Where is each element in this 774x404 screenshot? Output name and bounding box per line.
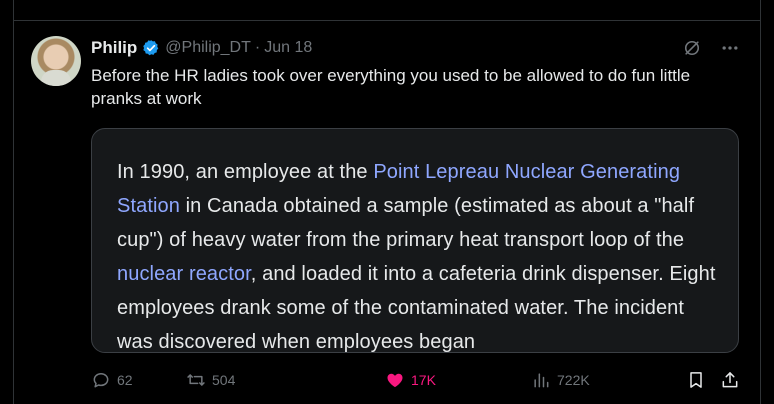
meta-separator: · [254,39,261,56]
like-button[interactable]: 17K [385,369,436,391]
image-text-segment: In 1990, an employee at the [117,161,374,183]
avatar[interactable] [31,36,81,86]
tweet-actions: 62 504 17K 722K [91,369,740,391]
reply-count: 62 [117,372,133,388]
page: Philip @Philip_DT · Jun 18 Before the HR… [0,0,774,404]
author-name[interactable]: Philip [91,38,137,58]
tweet-text: Before the HR ladies took over everythin… [91,66,691,108]
previous-tweet-bottom [13,0,761,20]
grok-icon[interactable] [682,38,702,58]
views-button[interactable]: 722K [531,369,590,391]
like-count: 17K [411,372,436,388]
tweet[interactable]: Philip @Philip_DT · Jun 18 Before the HR… [13,21,761,404]
repost-button[interactable]: 504 [186,369,235,391]
tweet-header: Philip @Philip_DT · Jun 18 [91,37,312,59]
image-text-link: nuclear reactor [117,263,251,285]
share-button[interactable] [720,369,740,391]
views-count: 722K [557,372,590,388]
attached-image[interactable]: In 1990, an employee at the Point Leprea… [91,128,739,353]
repost-icon [186,370,206,390]
tweet-header-actions [682,38,740,58]
views-icon [531,370,551,390]
bookmark-button[interactable] [686,369,706,391]
reply-button[interactable]: 62 [91,369,133,391]
bookmark-icon [686,370,706,390]
repost-count: 504 [212,372,236,388]
image-text-segment: in Canada obtained a sample (estimated a… [117,195,695,251]
author-handle[interactable]: @Philip_DT [165,39,251,57]
share-icon [720,370,740,390]
image-text: In 1990, an employee at the Point Leprea… [117,155,717,352]
more-icon[interactable] [720,38,740,58]
reply-icon [91,370,111,390]
tweet-date[interactable]: Jun 18 [264,39,312,57]
heart-icon [385,370,405,390]
verified-badge-icon [142,39,160,57]
